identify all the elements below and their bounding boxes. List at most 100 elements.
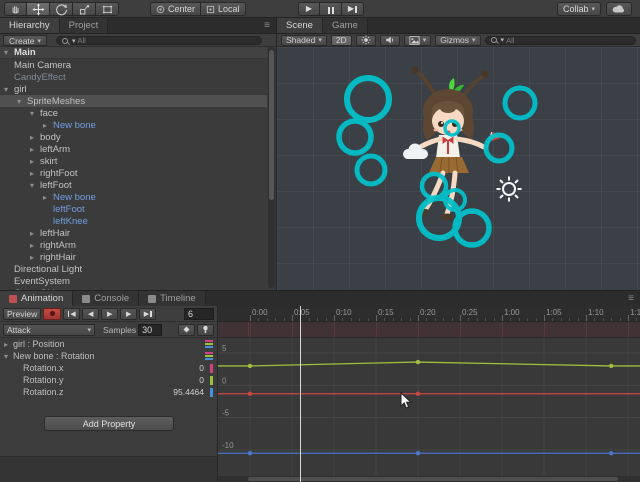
foldout-icon[interactable]: ▸ [0, 229, 40, 238]
tab-project[interactable]: Project [59, 18, 109, 33]
timeline-hscrollbar-thumb[interactable] [248, 477, 618, 481]
next-key-button[interactable]: ▶ [120, 307, 138, 320]
property-foldout-icon[interactable]: ▸ [0, 340, 13, 349]
property-foldout-icon[interactable]: ▾ [0, 352, 13, 361]
foldout-icon[interactable]: ▸ [0, 133, 40, 142]
hierarchy-item-lefthair[interactable]: ▸ leftHair [0, 227, 267, 239]
keyframe-rotation-z[interactable] [609, 451, 614, 456]
tab-animation[interactable]: Animation [0, 291, 74, 306]
hierarchy-item-girl[interactable]: ▾ girl [0, 83, 267, 95]
move-tool-button[interactable] [27, 2, 50, 16]
clip-dropdown[interactable]: Attack ▾ [3, 323, 95, 336]
rotate-tool-button[interactable] [50, 2, 73, 16]
hierarchy-item-leftfoot[interactable]: leftFoot [0, 203, 267, 215]
keyframe-rotation-x[interactable] [247, 391, 253, 396]
hierarchy-item-new-bone[interactable]: ▸ New bone [0, 119, 267, 131]
hierarchy-scrollbar-thumb[interactable] [269, 50, 274, 200]
foldout-icon[interactable]: ▾ [0, 109, 40, 118]
keyframe-rotation-x[interactable] [415, 391, 421, 396]
foldout-icon[interactable]: ▸ [0, 145, 40, 154]
goto-end-button[interactable]: ▶ [139, 307, 157, 320]
tab-scene[interactable]: Scene [277, 18, 323, 33]
hierarchy-scrollbar[interactable] [268, 47, 275, 288]
scene-audio-button[interactable] [379, 34, 400, 46]
property-row-girl-position[interactable]: ▸ girl : Position [0, 338, 217, 350]
property-value[interactable]: 95.4464 [173, 387, 210, 397]
keyframe-rotation-z[interactable] [415, 451, 421, 456]
pause-button[interactable] [320, 2, 342, 16]
foldout-icon[interactable]: ▸ [0, 241, 40, 250]
hierarchy-item-candyeffect[interactable]: CandyEffect [0, 71, 267, 83]
pivot-local-button[interactable]: Local [201, 2, 246, 16]
add-property-button[interactable]: Add Property [44, 416, 174, 431]
foldout-icon[interactable]: ▸ [0, 157, 40, 166]
property-row-new-bone-rotation[interactable]: ▾ New bone : Rotation [0, 350, 217, 362]
create-button[interactable]: Create ▾ [3, 35, 48, 46]
foldout-icon[interactable]: ▾ [0, 48, 14, 57]
hierarchy-item-face[interactable]: ▾ face [0, 107, 267, 119]
property-row-rotation-y[interactable]: Rotation.y 0 [0, 374, 217, 386]
foldout-icon[interactable]: ▾ [0, 85, 14, 94]
tab-console[interactable]: Console [73, 291, 140, 306]
2d-toggle-button[interactable]: 2D [330, 34, 352, 46]
step-button[interactable]: ▶ [342, 2, 364, 16]
hand-tool-button[interactable] [4, 2, 27, 16]
hierarchy-item-skirt[interactable]: ▸ skirt [0, 155, 267, 167]
preview-toggle-button[interactable]: Preview [3, 307, 42, 320]
foldout-icon[interactable]: ▸ [0, 253, 40, 262]
scene-viewport[interactable] [277, 47, 640, 290]
tab-hierarchy[interactable]: Hierarchy [0, 18, 60, 33]
scene-search-input[interactable]: ▾ All [484, 35, 636, 45]
rect-tool-button[interactable] [96, 2, 119, 16]
shaded-dropdown[interactable]: Shaded ▾ [281, 34, 327, 46]
hierarchy-item-directional-light[interactable]: Directional Light [0, 263, 267, 275]
timeline-ruler[interactable]: 0:00 0:05 0:10 0:15 0:20 0:25 1:00 1:05 1:10 1:15 [218, 306, 640, 322]
hierarchy-item-main-camera[interactable]: Main Camera [0, 59, 267, 71]
pivot-center-button[interactable]: Center [150, 2, 202, 16]
scale-tool-button[interactable] [73, 2, 96, 16]
frame-field[interactable]: 6 [184, 307, 214, 320]
scene-effects-dropdown[interactable]: ▾ [403, 34, 432, 46]
hierarchy-item-rightarm[interactable]: ▸ rightArm [0, 239, 267, 251]
hierarchy-search-input[interactable]: ▾ All [56, 36, 262, 45]
curve-rotation-y[interactable] [218, 361, 640, 367]
tab-timeline[interactable]: Timeline [139, 291, 206, 306]
property-value[interactable]: 0 [199, 363, 210, 373]
hierarchy-item-spritemeshes[interactable]: ▾ SpriteMeshes [0, 95, 267, 107]
keyframe-rotation-y[interactable] [415, 359, 421, 365]
hierarchy-item-new-bone[interactable]: ▸ New bone [0, 191, 267, 203]
foldout-icon[interactable]: ▸ [0, 193, 53, 202]
record-tint-strip[interactable] [218, 322, 640, 338]
timeline-hscrollbar[interactable] [218, 476, 640, 482]
add-event-button[interactable] [197, 323, 214, 336]
panel-menu-icon[interactable]: ≡ [264, 20, 270, 31]
hierarchy-item-leftarm[interactable]: ▸ leftArm [0, 143, 267, 155]
property-row-rotation-z[interactable]: Rotation.z 95.4464 [0, 386, 217, 398]
cloud-button[interactable] [606, 2, 632, 16]
hierarchy-item-leftfoot[interactable]: ▾ leftFoot [0, 179, 267, 191]
goto-start-button[interactable]: ◀ [63, 307, 81, 320]
play-button[interactable]: ▶ [298, 2, 320, 16]
prev-key-button[interactable]: ◀ [82, 307, 100, 320]
panel-menu-icon[interactable]: ≡ [628, 293, 634, 304]
property-row-rotation-x[interactable]: Rotation.x 0 [0, 362, 217, 374]
property-value[interactable]: 0 [199, 375, 210, 385]
foldout-icon[interactable]: ▾ [0, 97, 27, 106]
sun-gizmo[interactable] [496, 176, 522, 202]
hierarchy-item-body[interactable]: ▸ body [0, 131, 267, 143]
curve-editor-area[interactable]: 5 0 -5 -10 [218, 338, 640, 482]
collab-button[interactable]: Collab ▾ [556, 2, 601, 16]
hierarchy-item-leftknee[interactable]: leftKnee [0, 215, 267, 227]
curves-svg[interactable]: 5 0 -5 -10 [218, 338, 640, 482]
hierarchy-item-rightfoot[interactable]: ▸ rightFoot [0, 167, 267, 179]
hierarchy-item-eventsystem[interactable]: EventSystem [0, 275, 267, 287]
record-button[interactable] [43, 307, 62, 320]
foldout-icon[interactable]: ▸ [0, 121, 53, 130]
add-keyframe-button[interactable] [178, 323, 195, 336]
foldout-icon[interactable]: ▾ [0, 181, 40, 190]
samples-field[interactable]: 30 [138, 323, 163, 336]
hierarchy-item-righthair[interactable]: ▸ rightHair [0, 251, 267, 263]
keyframe-rotation-y[interactable] [609, 363, 614, 369]
tab-game[interactable]: Game [322, 18, 368, 33]
foldout-icon[interactable]: ▸ [0, 169, 40, 178]
